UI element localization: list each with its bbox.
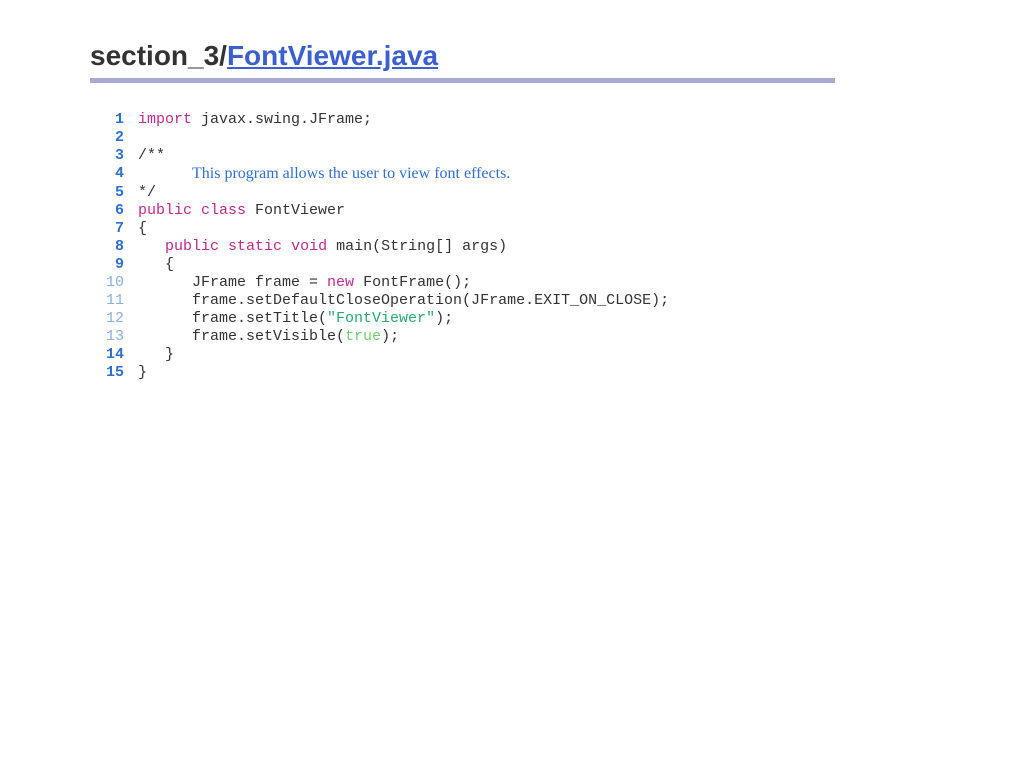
code-line: 1 import javax.swing.JFrame; bbox=[90, 111, 934, 129]
javadoc-text: This program allows the user to view fon… bbox=[192, 165, 510, 182]
code-line: 9 { bbox=[90, 256, 934, 274]
line-number: 7 bbox=[90, 220, 138, 238]
code-content: import javax.swing.JFrame; bbox=[138, 111, 372, 129]
code-content: frame.setVisible(true); bbox=[138, 328, 399, 346]
line-number: 4 bbox=[90, 165, 138, 184]
code-line: 4 This program allows the user to view f… bbox=[90, 165, 934, 184]
code-content: } bbox=[138, 346, 174, 364]
code-line: 8 public static void main(String[] args) bbox=[90, 238, 934, 256]
line-number: 15 bbox=[90, 364, 138, 382]
code-content: } bbox=[138, 364, 147, 382]
code-content: frame.setDefaultCloseOperation(JFrame.EX… bbox=[138, 292, 669, 310]
title-prefix: section_3/ bbox=[90, 40, 227, 71]
line-number: 10 bbox=[90, 274, 138, 292]
title-filename-link[interactable]: FontViewer.java bbox=[227, 40, 438, 71]
code-content: /** bbox=[138, 147, 165, 165]
code-content: JFrame frame = new FontFrame(); bbox=[138, 274, 471, 292]
code-line: 11 frame.setDefaultCloseOperation(JFrame… bbox=[90, 292, 934, 310]
code-content: */ bbox=[138, 184, 156, 202]
line-number: 13 bbox=[90, 328, 138, 346]
title-underline bbox=[90, 78, 835, 83]
code-line: 10 JFrame frame = new FontFrame(); bbox=[90, 274, 934, 292]
code-line: 14 } bbox=[90, 346, 934, 364]
line-number: 11 bbox=[90, 292, 138, 310]
code-line: 3 /** bbox=[90, 147, 934, 165]
code-content: { bbox=[138, 220, 147, 238]
line-number: 6 bbox=[90, 202, 138, 220]
code-content: This program allows the user to view fon… bbox=[138, 165, 510, 184]
line-number: 3 bbox=[90, 147, 138, 165]
line-number: 12 bbox=[90, 310, 138, 328]
code-line: 6 public class FontViewer bbox=[90, 202, 934, 220]
code-line: 5 */ bbox=[90, 184, 934, 202]
line-number: 8 bbox=[90, 238, 138, 256]
line-number: 5 bbox=[90, 184, 138, 202]
code-content: { bbox=[138, 256, 174, 274]
line-number: 2 bbox=[90, 129, 138, 147]
code-line: 7 { bbox=[90, 220, 934, 238]
code-line: 15 } bbox=[90, 364, 934, 382]
line-number: 14 bbox=[90, 346, 138, 364]
code-listing: 1 import javax.swing.JFrame; 2 3 /** 4 T… bbox=[90, 111, 934, 382]
line-number: 1 bbox=[90, 111, 138, 129]
code-line: 13 frame.setVisible(true); bbox=[90, 328, 934, 346]
code-content: public class FontViewer bbox=[138, 202, 345, 220]
code-content: frame.setTitle("FontViewer"); bbox=[138, 310, 453, 328]
page-title: section_3/FontViewer.java bbox=[90, 40, 934, 72]
code-line: 12 frame.setTitle("FontViewer"); bbox=[90, 310, 934, 328]
line-number: 9 bbox=[90, 256, 138, 274]
code-content: public static void main(String[] args) bbox=[138, 238, 507, 256]
slide: section_3/FontViewer.java 1 import javax… bbox=[0, 0, 1024, 382]
code-line: 2 bbox=[90, 129, 934, 147]
